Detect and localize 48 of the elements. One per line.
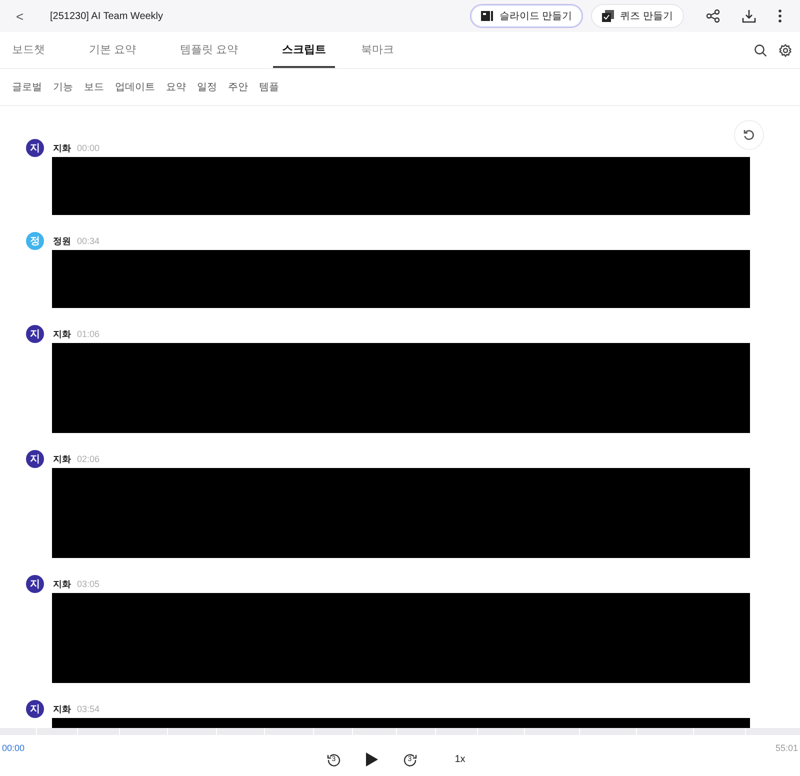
timestamp: 03:54 bbox=[77, 704, 100, 714]
download-icon[interactable] bbox=[742, 9, 756, 23]
keyword-chip[interactable]: 주안 bbox=[228, 80, 248, 94]
speaker-avatar: 정 bbox=[26, 232, 44, 250]
back-button[interactable]: < bbox=[16, 8, 36, 24]
speed-button[interactable]: 1x bbox=[454, 754, 466, 765]
refresh-icon bbox=[743, 129, 755, 141]
make-button[interactable]: 슬라이드 만들기 bbox=[470, 4, 584, 28]
speaker-name: 지화 bbox=[53, 328, 71, 340]
play-icon[interactable] bbox=[364, 752, 379, 767]
speaker-avatar: 지 bbox=[26, 575, 44, 593]
tab[interactable]: 템플릿 요약 bbox=[180, 32, 238, 68]
cards-icon bbox=[602, 10, 614, 22]
speaker-avatar: 지 bbox=[26, 450, 44, 468]
speaker-avatar: 지 bbox=[26, 700, 44, 718]
refresh-button[interactable] bbox=[734, 120, 764, 150]
timestamp: 03:05 bbox=[77, 579, 100, 589]
keyword-chip[interactable]: 템플 bbox=[259, 80, 279, 94]
timestamp: 00:00 bbox=[77, 143, 100, 153]
keyword-chip[interactable]: 보드 bbox=[84, 80, 104, 94]
current-time: 00:00 bbox=[2, 743, 25, 753]
window-title: [251230] AI Team Weekly bbox=[50, 10, 164, 22]
slides-icon bbox=[481, 10, 494, 22]
search-icon[interactable] bbox=[754, 44, 767, 56]
speaker-name: 지화 bbox=[53, 452, 71, 466]
speaker-avatar: 지 bbox=[26, 139, 44, 157]
speaker-name: 지화 bbox=[53, 142, 71, 154]
keyword-chip[interactable]: 요약 bbox=[166, 80, 186, 94]
total-time: 55:01 bbox=[775, 743, 798, 753]
keyword-chip[interactable]: 글로벌 bbox=[12, 80, 42, 94]
share-icon[interactable] bbox=[706, 9, 720, 23]
keyword-chip[interactable]: 업데이트 bbox=[115, 80, 155, 94]
tab[interactable]: 기본 요약 bbox=[89, 32, 136, 68]
timestamp: 02:06 bbox=[77, 454, 100, 464]
speaker-name: 지화 bbox=[53, 578, 71, 590]
speaker-name: 정원 bbox=[53, 234, 71, 248]
keyword-chip[interactable]: 일정 bbox=[197, 80, 217, 94]
tab[interactable]: 북마크 bbox=[361, 32, 394, 68]
keyword-chip[interactable]: 기능 bbox=[53, 80, 73, 94]
speaker-name: 지화 bbox=[53, 702, 71, 716]
tab[interactable]: 보드챗 bbox=[12, 32, 45, 68]
speaker-avatar: 지 bbox=[26, 325, 44, 343]
settings-icon[interactable] bbox=[779, 44, 792, 56]
tab[interactable]: 스크립트 bbox=[273, 32, 336, 68]
more-icon[interactable] bbox=[778, 9, 782, 23]
make-button[interactable]: 퀴즈 만들기 bbox=[591, 4, 684, 28]
timestamp: 00:34 bbox=[77, 236, 100, 246]
timestamp: 01:06 bbox=[77, 329, 100, 339]
